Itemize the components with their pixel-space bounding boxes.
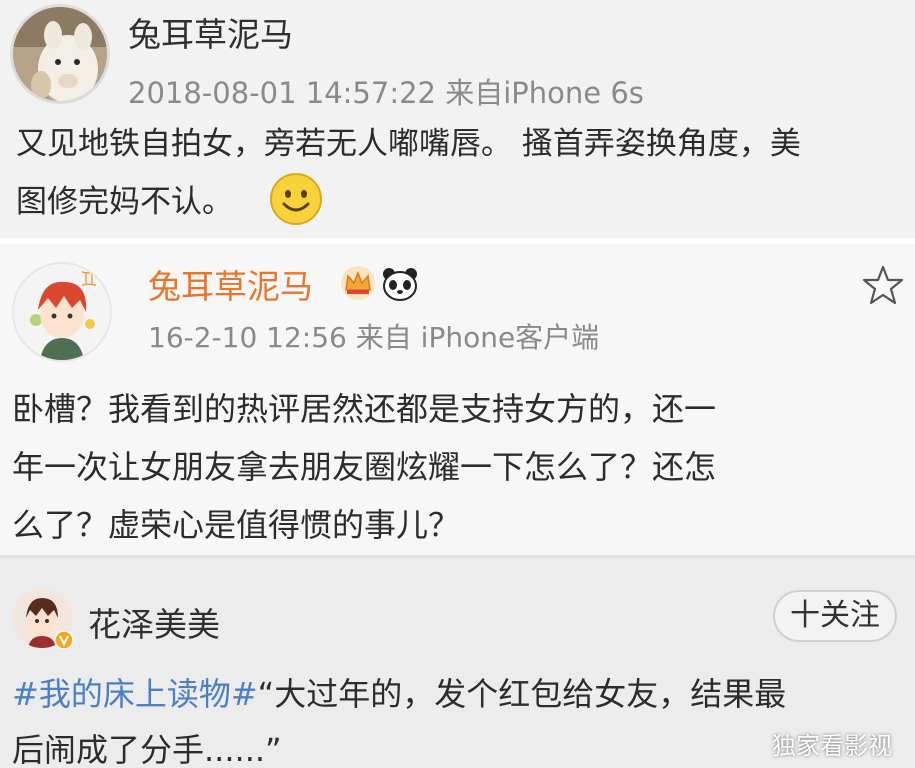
panda-icon <box>383 268 417 301</box>
post-body-line: 么了？虚荣心是值得惯的事儿？ <box>12 506 461 544</box>
watermark: 独家看影视 <box>772 732 892 760</box>
post-body-line: 又见地铁自拍女，旁若无人嘟嘴唇。 搔首弄姿换角度，美 <box>16 126 801 162</box>
user-avatar-alpaca[interactable] <box>10 4 110 104</box>
post-card-1: 兔耳草泥马 2018-08-01 14:57:22 来自iPhone 6s 又见… <box>0 0 915 238</box>
smile-emoji-icon <box>270 173 322 225</box>
post-body: 又见地铁自拍女，旁若无人嘟嘴唇。 搔首弄姿换角度，美 图修完妈不认。 <box>16 116 801 230</box>
post-body: 卧槽？我看到的热评居然还都是支持女方的，还一 年一次让女朋友拿去朋友圈炫耀一下怎… <box>12 380 716 554</box>
star-outline-icon[interactable] <box>862 264 904 306</box>
post-body-line: 年一次让女朋友拿去朋友圈炫耀一下怎么了？还怎 <box>12 448 717 486</box>
user-avatar-cartoon-boy[interactable]: ♊ <box>12 262 112 362</box>
post-body-line: #我的床上读物#“大过年的，发个红包给女友，结果最 <box>12 675 787 713</box>
hashtag-link[interactable]: #我的床上读物# <box>12 675 258 713</box>
post-timestamp-source: 2018-08-01 14:57:22 来自iPhone 6s <box>128 76 644 110</box>
post-body-line: 后闹成了分手......” <box>12 731 282 768</box>
post-card-2: ♊ 兔耳草泥马 16-2-10 12:56 来自 iPhone客户端 卧槽？我看… <box>0 244 915 555</box>
post-timestamp-source: 16-2-10 12:56 来自 iPhone客户端 <box>148 321 600 354</box>
follow-button[interactable]: 十关注 <box>773 590 897 642</box>
username[interactable]: 兔耳草泥马 <box>148 260 313 308</box>
post-body-line: 图修完妈不认。 <box>16 172 801 230</box>
crown-icon <box>341 266 375 300</box>
username[interactable]: 花泽美美 <box>88 598 220 646</box>
svg-text:♊: ♊ <box>80 267 98 291</box>
username[interactable]: 兔耳草泥马 <box>128 8 293 56</box>
post-body-line: 卧槽？我看到的热评居然还都是支持女方的，还一 <box>12 390 717 428</box>
verified-badge-icon <box>54 630 74 650</box>
post-body: #我的床上读物#“大过年的，发个红包给女友，结果最 后闹成了分手......” <box>12 666 786 768</box>
